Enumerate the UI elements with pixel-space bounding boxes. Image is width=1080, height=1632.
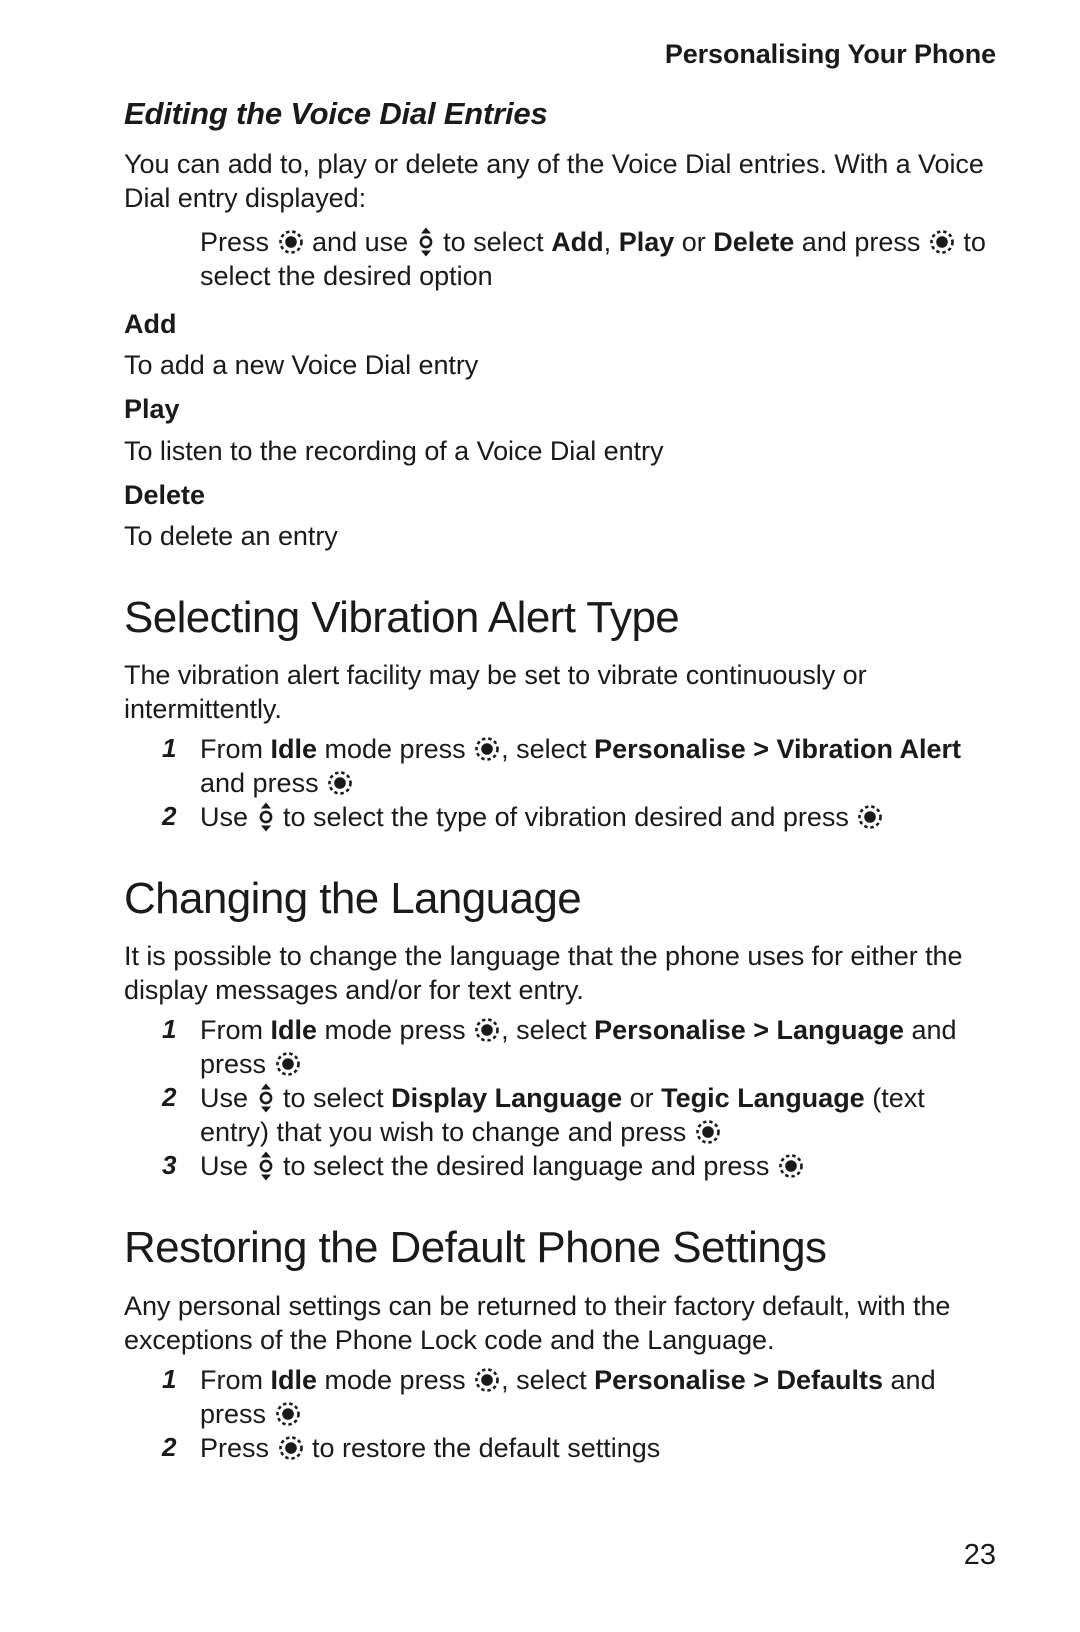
definition-term-play: Play [124,394,180,425]
navigation-key-icon [258,1151,274,1181]
step-text-select-desired-language: to select the desired language and press [275,1151,777,1182]
step-text-mode-press: mode press [317,1364,474,1395]
menu-path-personalise-language: Personalise > Language [594,1015,905,1046]
steps-list-changing-language: 1 From Idle mode press , select Personali… [124,1013,996,1183]
step-number: 3 [162,1150,177,1181]
select-key-icon [857,804,883,830]
step-number: 1 [162,1014,177,1045]
list-item: 2 Use to select Display Language or Tegic… [124,1081,996,1149]
separator-comma: , [603,227,619,258]
select-key-icon [327,770,353,796]
definition-desc-play: To listen to the recording of a Voice Di… [124,435,664,466]
step-text-select-vibration-type: to select the type of vibration desired … [275,801,857,832]
step-text-from: From [200,1364,271,1395]
steps-list-restoring-defaults: 1 From Idle mode press , select Personali… [124,1363,996,1465]
mode-idle: Idle [270,1364,318,1395]
instruction-text-and-press: and press [794,227,928,258]
running-head: Personalising Your Phone [664,39,996,69]
navigation-key-icon [258,802,274,832]
section-heading-editing-voice-dial: Editing the Voice Dial Entries [124,95,548,131]
section-intro-changing-language: It is possible to change the language th… [124,941,963,1006]
step-number: 1 [162,732,177,763]
steps-list-vibration-alert: 1 From Idle mode press , select Personali… [124,732,996,834]
option-add: Add [551,227,604,258]
select-key-icon [474,1367,500,1393]
menu-path-personalise-vibration-alert: Personalise > Vibration Alert [594,733,962,764]
section-intro-editing-voice-dial: You can add to, play or delete any of th… [124,149,984,214]
separator-or: or [622,1083,662,1114]
step-text-and-press: and press [200,767,327,798]
option-display-language: Display Language [391,1083,623,1114]
select-key-icon [275,1051,301,1077]
step-text-press: Press [200,1432,277,1463]
step-text-select: , select [501,1015,595,1046]
option-delete: Delete [713,227,795,258]
page-number: 23 [963,1539,996,1571]
section-heading-changing-the-language: Changing the Language [124,873,582,923]
step-number: 2 [162,1431,177,1462]
mode-idle: Idle [270,1015,318,1046]
select-key-icon [474,736,500,762]
list-item: 2 Press to restore the default settings [124,1431,996,1465]
step-number: 2 [162,800,177,831]
step-text-use: Use [200,801,256,832]
step-text-to-select: to select [275,1083,392,1114]
select-key-icon [929,229,955,255]
definition-term-delete: Delete [124,479,206,510]
separator-or: or [674,227,714,258]
navigation-key-icon [258,1083,274,1113]
step-text-mode-press: mode press [317,733,474,764]
step-text-restore-defaults: to restore the default settings [304,1432,661,1463]
instruction-text-to-select: to select [435,227,552,258]
step-number: 1 [162,1363,177,1394]
select-key-icon [695,1119,721,1145]
step-text-mode-press: mode press [317,1015,474,1046]
instruction-text-and-use: and use [304,227,416,258]
menu-path-personalise-defaults: Personalise > Defaults [594,1364,884,1395]
select-key-icon [278,229,304,255]
step-text-select: , select [501,1364,595,1395]
select-key-icon [275,1401,301,1427]
list-item: 3 Use to select the desired language and … [124,1149,996,1183]
definition-desc-add: To add a new Voice Dial entry [124,350,479,381]
list-item: 1 From Idle mode press , select Personali… [124,732,996,800]
step-text-select: , select [501,733,595,764]
definition-desc-delete: To delete an entry [124,520,338,551]
definition-term-add: Add [124,309,177,340]
section-intro-vibration-alert: The vibration alert facility may be set … [124,659,867,724]
list-item: 1 From Idle mode press , select Personali… [124,1363,996,1431]
step-text-use: Use [200,1083,256,1114]
manual-page: Personalising Your Phone Editing the Voi… [0,0,1080,1632]
select-key-icon [278,1435,304,1461]
select-key-icon [474,1017,500,1043]
step-text-from: From [200,733,271,764]
option-tegic-language: Tegic Language [661,1083,865,1114]
option-play: Play [618,227,675,258]
section-heading-selecting-vibration-alert-type: Selecting Vibration Alert Type [124,592,680,642]
instruction-text-press: Press [200,227,277,258]
section-heading-restoring-default-phone-settings: Restoring the Default Phone Settings [124,1223,827,1273]
section-intro-restoring-defaults: Any personal settings can be returned to… [124,1290,951,1355]
list-item: 1 From Idle mode press , select Personali… [124,1013,996,1081]
navigation-key-icon [418,227,434,257]
voice-dial-instruction: Press and use to select Add, Play or Del… [124,225,996,293]
mode-idle: Idle [270,733,318,764]
list-item: 2 Use to select the type of vibration des… [124,800,996,834]
step-text-from: From [200,1015,271,1046]
select-key-icon [778,1153,804,1179]
step-text-use: Use [200,1151,256,1182]
step-number: 2 [162,1082,177,1113]
